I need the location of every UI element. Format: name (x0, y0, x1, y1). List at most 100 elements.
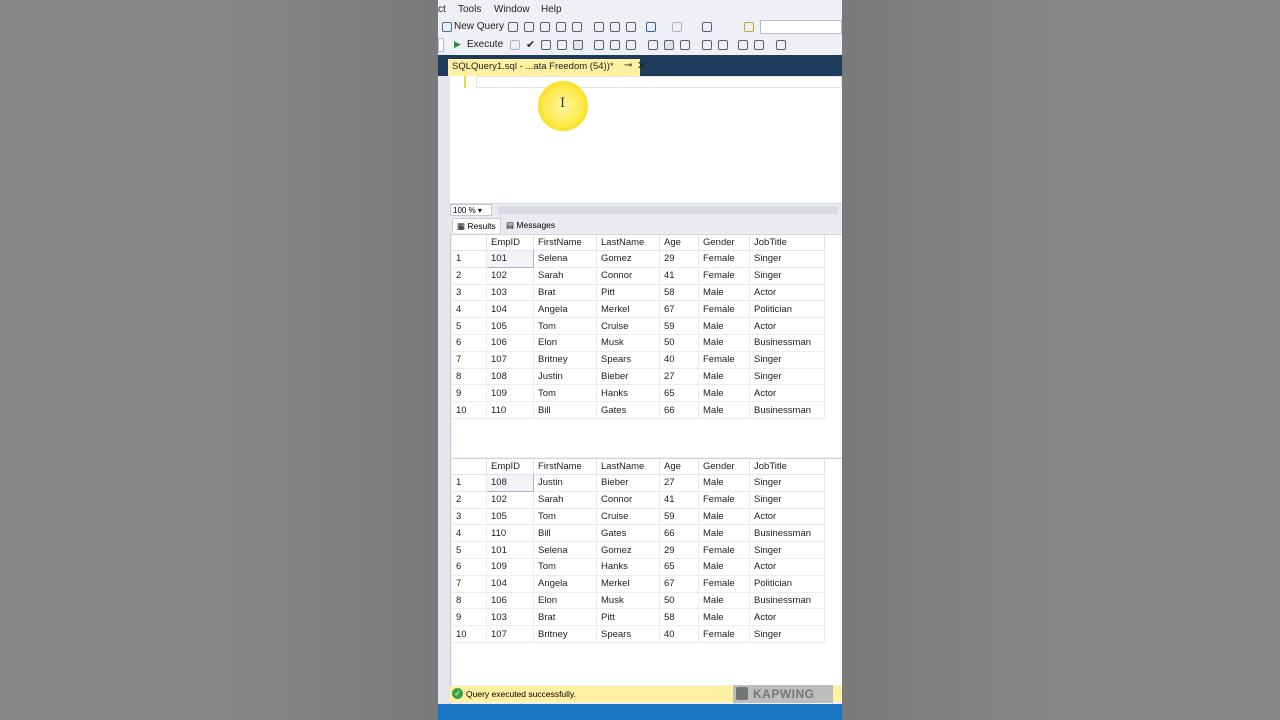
table-row[interactable]: 8 108 Justin Bieber 27 Male Singer (452, 368, 825, 386)
cell-age[interactable]: 41 (659, 491, 699, 509)
row-number[interactable]: 3 (452, 284, 487, 302)
cell-gender[interactable]: Male (698, 608, 750, 627)
undo-icon[interactable] (646, 22, 656, 32)
cell-firstname[interactable]: Britney (533, 351, 597, 369)
cell-empid[interactable]: 107 (486, 625, 534, 643)
cell-firstname[interactable]: Tom (533, 508, 597, 526)
cell-lastname[interactable]: Connor (596, 491, 660, 509)
cell-empid[interactable]: 102 (486, 267, 534, 285)
row-number[interactable]: 5 (452, 541, 487, 559)
cell-age[interactable]: 50 (659, 592, 699, 610)
cell-lastname[interactable]: Pitt (596, 284, 660, 302)
cell-gender[interactable]: Female (698, 575, 750, 593)
cell-jobtitle[interactable]: Businessman (749, 401, 825, 419)
table-row[interactable]: 5 105 Tom Cruise 59 Male Actor (452, 317, 825, 335)
column-header-age[interactable]: Age (659, 459, 699, 475)
cell-lastname[interactable]: Connor (596, 267, 660, 285)
cell-age[interactable]: 27 (659, 474, 699, 492)
cell-lastname[interactable]: Cruise (596, 317, 660, 335)
cell-gender[interactable]: Female (698, 267, 750, 285)
column-header-empid[interactable]: EmpID (486, 235, 534, 251)
results-to-text-icon[interactable] (648, 40, 658, 50)
menu-item-project[interactable]: ct (438, 4, 446, 15)
row-number[interactable]: 8 (452, 368, 487, 386)
cell-lastname[interactable]: Bieber (596, 368, 660, 386)
row-number[interactable]: 4 (452, 524, 487, 543)
column-header-firstname[interactable]: FirstName (533, 235, 597, 251)
cell-jobtitle[interactable]: Singer (749, 541, 825, 559)
cell-firstname[interactable]: Justin (533, 368, 597, 386)
cell-empid[interactable]: 110 (486, 524, 534, 543)
paste-icon[interactable] (626, 22, 636, 32)
row-number[interactable]: 8 (452, 592, 487, 610)
row-number[interactable]: 7 (452, 351, 487, 369)
row-number[interactable]: 1 (452, 250, 487, 268)
dmx-query-icon[interactable] (556, 22, 566, 32)
cell-empid[interactable]: 109 (486, 384, 534, 403)
cell-jobtitle[interactable]: Actor (749, 284, 825, 302)
cell-firstname[interactable]: Sarah (533, 491, 597, 509)
cell-gender[interactable]: Female (698, 351, 750, 369)
cell-lastname[interactable]: Merkel (596, 300, 660, 319)
cell-gender[interactable]: Male (698, 368, 750, 386)
table-row[interactable]: 10 107 Britney Spears 40 Female Singer (452, 625, 825, 643)
table-row[interactable]: 3 105 Tom Cruise 59 Male Actor (452, 508, 825, 526)
activity-monitor-icon[interactable] (702, 22, 712, 32)
cell-age[interactable]: 58 (659, 284, 699, 302)
query-editor[interactable]: I (450, 76, 842, 203)
query-options-icon[interactable] (557, 40, 567, 50)
cell-empid[interactable]: 107 (486, 351, 534, 369)
cell-firstname[interactable]: Angela (533, 300, 597, 319)
cell-jobtitle[interactable]: Singer (749, 368, 825, 386)
table-row[interactable]: 9 109 Tom Hanks 65 Male Actor (452, 384, 825, 403)
cut-icon[interactable] (594, 22, 604, 32)
cell-age[interactable]: 27 (659, 368, 699, 386)
menu-item-tools[interactable]: Tools (458, 4, 481, 15)
cell-lastname[interactable]: Hanks (596, 558, 660, 576)
corner-cell[interactable] (452, 235, 487, 251)
cell-jobtitle[interactable]: Singer (749, 250, 825, 268)
column-header-lastname[interactable]: LastName (596, 459, 660, 475)
cell-firstname[interactable]: Bill (533, 524, 597, 543)
cell-lastname[interactable]: Musk (596, 334, 660, 352)
cell-empid[interactable]: 101 (486, 541, 534, 559)
decrease-indent-icon[interactable] (738, 40, 748, 50)
cell-jobtitle[interactable]: Actor (749, 558, 825, 576)
estimated-plan-icon[interactable] (541, 40, 551, 50)
cell-empid[interactable]: 108 (486, 474, 534, 492)
cell-lastname[interactable]: Gomez (596, 250, 660, 268)
cell-age[interactable]: 40 (659, 625, 699, 643)
cell-gender[interactable]: Male (698, 284, 750, 302)
row-number[interactable]: 3 (452, 508, 487, 526)
zoom-combo[interactable]: 100 % ▾ (450, 204, 492, 216)
cell-lastname[interactable]: Bieber (596, 474, 660, 492)
cell-lastname[interactable]: Cruise (596, 508, 660, 526)
stop-icon[interactable] (510, 40, 520, 50)
cell-firstname[interactable]: Elon (533, 334, 597, 352)
cell-firstname[interactable]: Sarah (533, 267, 597, 285)
execute-button[interactable]: Execute (467, 39, 503, 50)
table-row[interactable]: 9 103 Brat Pitt 58 Male Actor (452, 608, 825, 627)
find-icon[interactable] (744, 22, 754, 32)
row-number[interactable]: 6 (452, 334, 487, 352)
cell-gender[interactable]: Male (698, 334, 750, 352)
cell-jobtitle[interactable]: Singer (749, 625, 825, 643)
cell-lastname[interactable]: Gomez (596, 541, 660, 559)
mdx-query-icon[interactable] (540, 22, 550, 32)
cell-empid[interactable]: 103 (486, 608, 534, 627)
cell-jobtitle[interactable]: Singer (749, 474, 825, 492)
cell-empid[interactable]: 104 (486, 300, 534, 319)
row-number[interactable]: 9 (452, 384, 487, 403)
cell-empid[interactable]: 103 (486, 284, 534, 302)
parse-check-icon[interactable]: ✔ (526, 38, 535, 51)
row-number[interactable]: 7 (452, 575, 487, 593)
client-stats-icon[interactable] (626, 40, 636, 50)
new-query-button[interactable]: New Query (454, 21, 504, 32)
cell-gender[interactable]: Female (698, 625, 750, 643)
cell-gender[interactable]: Male (698, 508, 750, 526)
row-number[interactable]: 10 (452, 625, 487, 643)
cell-age[interactable]: 40 (659, 351, 699, 369)
cell-gender[interactable]: Male (698, 558, 750, 576)
cell-age[interactable]: 65 (659, 558, 699, 576)
results-to-file-icon[interactable] (680, 40, 690, 50)
